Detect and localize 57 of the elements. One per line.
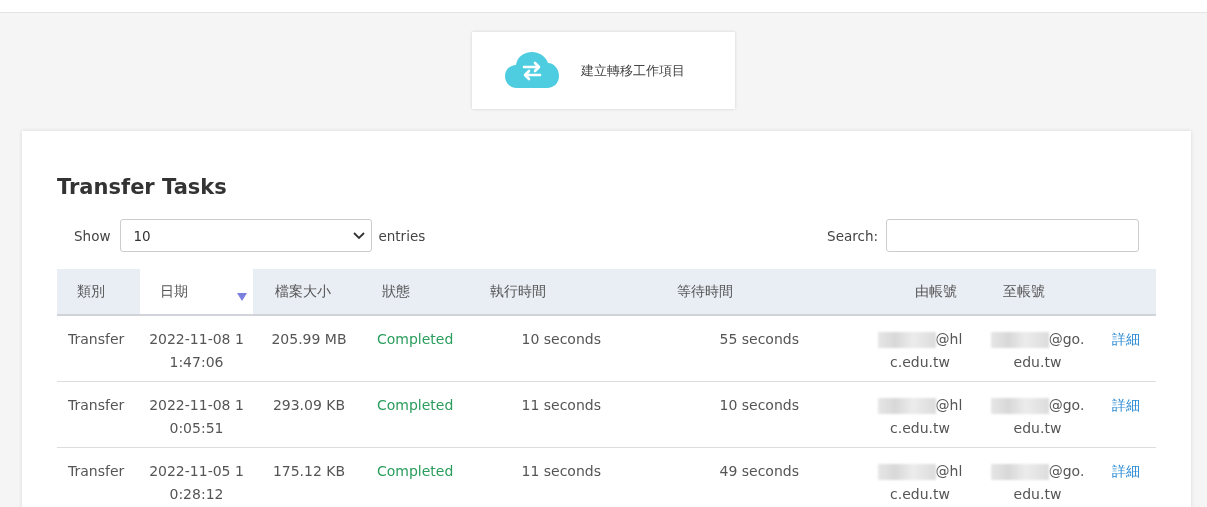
redacted-block [990,463,1049,480]
run-time-cell: 10 seconds [521,331,601,347]
wait-time-cell: 10 seconds [719,396,799,413]
date-cell-text: 2022-11-05 10:28:12 [148,461,245,504]
create-transfer-button[interactable]: 建立轉移工作項目 [472,32,735,109]
search-label: Search: [827,227,878,244]
redacted-block [990,332,1049,348]
type-cell: Transfer [68,462,125,479]
chevron-down-icon [353,231,366,240]
date-cell-text: 2022-11-08 10:05:51 [148,395,245,438]
date-cell-text: 2022-11-08 11:47:06 [148,330,245,372]
from-account-text: @hl [935,461,963,481]
to-account-text: @go. [1048,395,1085,415]
column-header[interactable]: 由帳號 [815,269,985,315]
to-account-text: edu.tw [1013,418,1062,438]
to-account-text: @go. [1048,330,1085,349]
to-account-text: edu.tw [1013,353,1062,372]
sort-descending-icon [237,293,247,301]
column-header[interactable]: 日期 [140,269,253,315]
redacted-block [990,397,1049,414]
entries-select[interactable]: 10 [120,219,373,252]
from-account-text: c.edu.tw [890,484,950,504]
detail-link[interactable]: 詳細 [1112,462,1140,479]
from-account-text: c.edu.tw [890,353,950,372]
to-account-text: @go. [1048,461,1085,481]
detail-link[interactable]: 詳細 [1112,331,1140,347]
from-account-text: c.edu.tw [890,418,950,438]
status-cell: Completed [377,396,454,413]
type-cell: Transfer [68,396,125,413]
type-cell: Transfer [68,331,125,347]
redacted-block [877,332,936,348]
wait-time-cell: 55 seconds [719,331,799,347]
column-header[interactable]: 狀態 [365,269,470,315]
wait-time-cell: 49 seconds [719,462,799,479]
status-cell: Completed [377,331,454,347]
column-header[interactable]: 檔案大小 [253,269,365,315]
page-title: Transfer Tasks [57,175,228,199]
column-header[interactable]: 至帳號 [985,269,1100,315]
status-cell: Completed [377,462,454,479]
show-label: Show [74,227,111,244]
size-cell: 205.99 MB [271,331,347,347]
from-account-text: @hl [935,330,963,349]
search-field[interactable] [886,219,1139,252]
to-account-text: edu.tw [1013,484,1062,504]
size-cell: 293.09 KB [272,396,346,413]
column-header[interactable]: 類別 [57,269,140,315]
detail-link[interactable]: 詳細 [1112,396,1140,413]
cloud-transfer-icon [505,51,559,90]
column-header[interactable]: 等待時間 [615,269,815,315]
size-cell: 175.12 KB [272,462,346,479]
run-time-cell: 11 seconds [521,396,601,413]
run-time-cell: 11 seconds [521,462,601,479]
redacted-block [877,397,936,414]
column-header[interactable]: 執行時間 [470,269,615,315]
entries-label: entries [378,227,426,244]
redacted-block [877,463,936,480]
from-account-text: @hl [935,395,963,415]
